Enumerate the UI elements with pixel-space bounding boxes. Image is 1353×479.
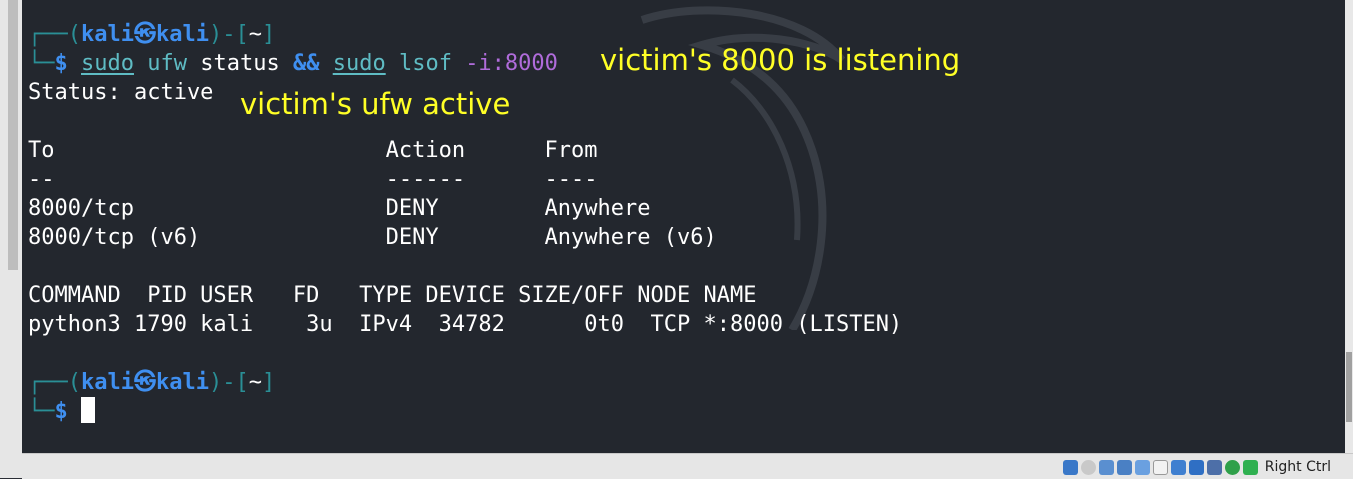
prompt-dollar: $ (54, 51, 68, 76)
prompt-top-line: ┌──(kali㉿kali)-[~] (28, 368, 275, 397)
command-ufw: ufw (147, 51, 187, 76)
optical-disc-icon[interactable] (1080, 459, 1096, 475)
command-sudo: sudo (81, 51, 134, 76)
prompt-user: kali (80, 370, 134, 395)
shared-folder-icon[interactable] (1152, 459, 1168, 475)
kali-at-icon: ㉿ (133, 370, 156, 395)
text-cursor (81, 397, 95, 423)
prompt-frame: ┌──( (28, 370, 81, 395)
command-sudo: sudo (332, 51, 386, 76)
cpu-icon[interactable] (1206, 459, 1222, 475)
command-lsof: lsof (398, 51, 452, 76)
ufw-table-row: 8000/tcp DENY Anywhere (28, 196, 651, 221)
prompt-top-line: ┌──(kali㉿kali)-[~] (28, 20, 275, 49)
prompt-frame: ┌──( (28, 22, 81, 47)
prompt-dollar: $ (54, 399, 68, 424)
prompt-frame: └─ (28, 51, 55, 76)
prompt-frame: └─ (28, 399, 55, 424)
recording-icon[interactable] (1188, 459, 1204, 475)
mouse-integration-icon[interactable] (1224, 459, 1240, 475)
usb-icon[interactable] (1134, 459, 1150, 475)
annotation-listening: victim's 8000 is listening (600, 43, 961, 77)
prompt-cwd: ~ (248, 370, 262, 395)
status-line: Status: active (28, 80, 214, 105)
annotation-ufw-active: victim's ufw active (240, 87, 511, 121)
kali-at-icon: ㉿ (133, 22, 156, 47)
host-key-label: Right Ctrl (1264, 459, 1331, 475)
command-and-operator: && (292, 51, 320, 76)
ufw-table-header: To Action From (28, 138, 598, 163)
prompt-frame: )-[ (208, 22, 249, 47)
command-status: status (200, 51, 280, 76)
command-line-empty[interactable]: └─$ (28, 397, 95, 426)
ufw-table-row: 8000/tcp (v6) DENY Anywhere (v6) (28, 225, 717, 250)
prompt-frame: ] (261, 22, 276, 47)
terminal-window[interactable]: ┌──(kali㉿kali)-[~] └─$ sudo ufw status &… (22, 0, 1345, 453)
status-tray: Right Ctrl (1062, 457, 1331, 477)
command-argument: -i:8000 (465, 51, 558, 76)
hdd-icon[interactable] (1062, 459, 1078, 475)
prompt-frame: ] (261, 370, 276, 395)
prompt-frame: )-[ (208, 370, 249, 395)
ufw-table-separator: -- ------ ---- (28, 167, 598, 192)
prompt-host: kali (155, 370, 209, 395)
scrollbar-thumb[interactable] (1346, 352, 1352, 422)
prompt-user: kali (80, 22, 134, 47)
audio-icon[interactable] (1098, 459, 1114, 475)
display-icon[interactable] (1170, 459, 1186, 475)
prompt-cwd: ~ (248, 22, 262, 47)
left-scrollbar[interactable] (8, 0, 18, 270)
download-icon[interactable] (1242, 459, 1258, 475)
right-scrollbar[interactable] (1345, 0, 1353, 453)
lsof-table-header: COMMAND PID USER FD TYPE DEVICE SIZE/OFF… (28, 283, 757, 308)
lsof-table-row: python3 1790 kali 3u IPv4 34782 0t0 TCP … (28, 312, 903, 337)
network-icon[interactable] (1116, 459, 1132, 475)
prompt-host: kali (155, 22, 209, 47)
command-line: └─$ sudo ufw status && sudo lsof -i:8000 (28, 49, 558, 78)
left-gutter (0, 0, 22, 478)
vm-status-bar: Right Ctrl (22, 453, 1353, 479)
